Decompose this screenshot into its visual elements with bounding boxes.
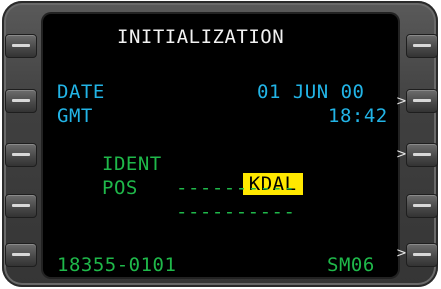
cdu-display — [43, 14, 398, 277]
line-select-key-r1[interactable] — [406, 34, 438, 58]
line-select-key-l2[interactable] — [5, 89, 37, 113]
page-title: INITIALIZATION — [117, 26, 285, 48]
line-select-key-r3[interactable] — [406, 143, 438, 167]
software-mod-level: SM06 — [327, 254, 375, 276]
line-select-key-r2[interactable] — [406, 89, 438, 113]
line-select-key-l5[interactable] — [5, 243, 37, 267]
chevron-right-icon: > — [396, 246, 407, 261]
date-label: DATE — [57, 81, 105, 103]
key-bar-icon — [413, 99, 431, 102]
pos-entry-line-1[interactable]: ---------- — [176, 178, 295, 198]
key-bar-icon — [12, 253, 30, 256]
gmt-value[interactable]: 18:42 — [328, 106, 388, 126]
line-select-key-l1[interactable] — [5, 34, 37, 58]
ident-label: IDENT — [102, 153, 162, 175]
key-bar-icon — [413, 204, 431, 207]
pos-entry-line-2[interactable]: ---------- — [176, 202, 295, 222]
chevron-right-icon: > — [396, 147, 407, 162]
software-part-number: 18355-0101 — [57, 254, 177, 276]
key-bar-icon — [12, 204, 30, 207]
key-bar-icon — [413, 153, 431, 156]
key-bar-icon — [413, 44, 431, 47]
chevron-right-icon: > — [396, 94, 407, 109]
line-select-key-r4[interactable] — [406, 194, 438, 218]
gmt-label: GMT — [57, 105, 93, 127]
key-bar-icon — [12, 99, 30, 102]
pos-label: POS — [102, 177, 138, 199]
line-select-key-l3[interactable] — [5, 143, 37, 167]
line-select-key-l4[interactable] — [5, 194, 37, 218]
line-select-key-r5[interactable] — [406, 243, 438, 267]
key-bar-icon — [12, 44, 30, 47]
key-bar-icon — [12, 153, 30, 156]
cdu-bezel: INITIALIZATION DATE 01 JUN 00 GMT 18:42 … — [0, 0, 441, 289]
date-value[interactable]: 01 JUN 00 — [257, 82, 364, 102]
key-bar-icon — [413, 253, 431, 256]
